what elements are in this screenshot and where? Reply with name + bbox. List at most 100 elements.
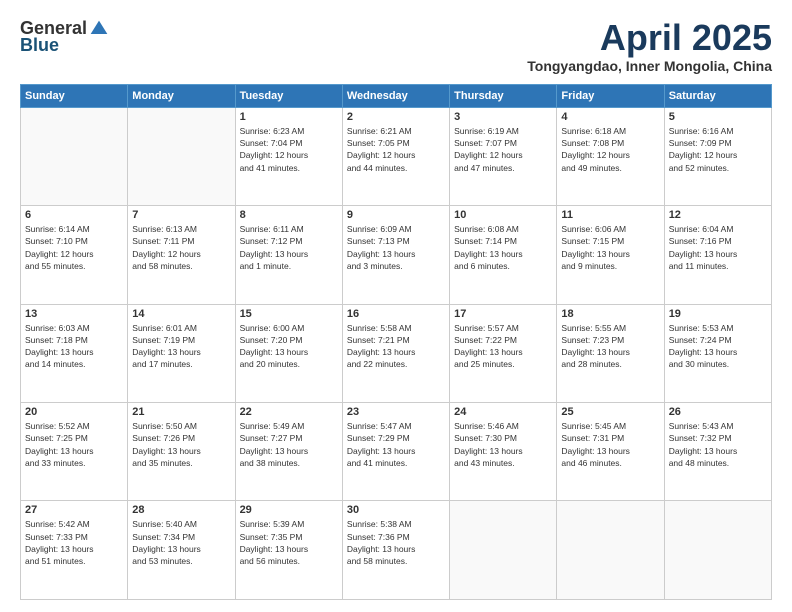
calendar-day-cell: 12 Sunrise: 6:04 AMSunset: 7:16 PMDayligh…: [664, 206, 771, 304]
day-info: Sunrise: 5:46 AMSunset: 7:30 PMDaylight:…: [454, 420, 552, 469]
day-number: 29: [240, 504, 338, 516]
calendar-day-cell: 1Sunrise: 6:23 AMSunset: 7:04 PMDaylight…: [235, 107, 342, 205]
day-info: Sunrise: 5:49 AMSunset: 7:27 PMDaylight:…: [240, 420, 338, 469]
day-info: Sunrise: 5:39 AMSunset: 7:35 PMDaylight:…: [240, 518, 338, 567]
calendar-day-cell: 6 Sunrise: 6:14 AMSunset: 7:10 PMDaylight…: [21, 206, 128, 304]
day-info: Sunrise: 5:50 AMSunset: 7:26 PMDaylight:…: [132, 420, 230, 469]
day-info: Sunrise: 6:14 AMSunset: 7:10 PMDaylight:…: [25, 223, 123, 272]
calendar-day-header: Thursday: [450, 84, 557, 107]
calendar-day-cell: 27Sunrise: 5:42 AMSunset: 7:33 PMDayligh…: [21, 501, 128, 600]
calendar-day-header: Monday: [128, 84, 235, 107]
day-info: Sunrise: 6:08 AMSunset: 7:14 PMDaylight:…: [454, 223, 552, 272]
calendar-day-cell: 15 Sunrise: 6:00 AMSunset: 7:20 PMDayligh…: [235, 304, 342, 402]
day-number: 5: [669, 111, 767, 123]
day-number: 6: [25, 209, 123, 221]
calendar-week-row: 1Sunrise: 6:23 AMSunset: 7:04 PMDaylight…: [21, 107, 772, 205]
calendar-day-cell: 18Sunrise: 5:55 AMSunset: 7:23 PMDayligh…: [557, 304, 664, 402]
calendar: SundayMondayTuesdayWednesdayThursdayFrid…: [20, 84, 772, 600]
calendar-day-cell: [21, 107, 128, 205]
day-number: 15: [240, 308, 338, 320]
day-info: Sunrise: 6:09 AMSunset: 7:13 PMDaylight:…: [347, 223, 445, 272]
calendar-day-cell: 24 Sunrise: 5:46 AMSunset: 7:30 PMDayligh…: [450, 403, 557, 501]
calendar-day-cell: [450, 501, 557, 600]
calendar-day-cell: [664, 501, 771, 600]
calendar-day-cell: 3Sunrise: 6:19 AMSunset: 7:07 PMDaylight…: [450, 107, 557, 205]
day-number: 16: [347, 308, 445, 320]
calendar-day-header: Saturday: [664, 84, 771, 107]
day-number: 19: [669, 308, 767, 320]
day-info: Sunrise: 6:13 AMSunset: 7:11 PMDaylight:…: [132, 223, 230, 272]
calendar-week-row: 27Sunrise: 5:42 AMSunset: 7:33 PMDayligh…: [21, 501, 772, 600]
calendar-day-cell: 2Sunrise: 6:21 AMSunset: 7:05 PMDaylight…: [342, 107, 449, 205]
calendar-day-cell: 22Sunrise: 5:49 AMSunset: 7:27 PMDayligh…: [235, 403, 342, 501]
calendar-week-row: 13Sunrise: 6:03 AMSunset: 7:18 PMDayligh…: [21, 304, 772, 402]
day-number: 30: [347, 504, 445, 516]
day-info: Sunrise: 5:55 AMSunset: 7:23 PMDaylight:…: [561, 322, 659, 371]
day-number: 20: [25, 406, 123, 418]
calendar-week-row: 6 Sunrise: 6:14 AMSunset: 7:10 PMDaylight…: [21, 206, 772, 304]
day-info: Sunrise: 6:18 AMSunset: 7:08 PMDaylight:…: [561, 125, 659, 174]
day-info: Sunrise: 5:52 AMSunset: 7:25 PMDaylight:…: [25, 420, 123, 469]
calendar-day-header: Sunday: [21, 84, 128, 107]
day-info: Sunrise: 5:40 AMSunset: 7:34 PMDaylight:…: [132, 518, 230, 567]
day-number: 10: [454, 209, 552, 221]
day-info: Sunrise: 5:45 AMSunset: 7:31 PMDaylight:…: [561, 420, 659, 469]
day-number: 27: [25, 504, 123, 516]
calendar-day-cell: 7Sunrise: 6:13 AMSunset: 7:11 PMDaylight…: [128, 206, 235, 304]
calendar-day-cell: 30 Sunrise: 5:38 AMSunset: 7:36 PMDayligh…: [342, 501, 449, 600]
calendar-day-cell: 10 Sunrise: 6:08 AMSunset: 7:14 PMDayligh…: [450, 206, 557, 304]
day-info: Sunrise: 5:43 AMSunset: 7:32 PMDaylight:…: [669, 420, 767, 469]
calendar-day-cell: [557, 501, 664, 600]
calendar-day-header: Friday: [557, 84, 664, 107]
calendar-day-cell: 5 Sunrise: 6:16 AMSunset: 7:09 PMDaylight…: [664, 107, 771, 205]
day-number: 23: [347, 406, 445, 418]
day-number: 24: [454, 406, 552, 418]
calendar-day-cell: 16Sunrise: 5:58 AMSunset: 7:21 PMDayligh…: [342, 304, 449, 402]
day-number: 17: [454, 308, 552, 320]
day-info: Sunrise: 6:23 AMSunset: 7:04 PMDaylight:…: [240, 125, 338, 174]
calendar-day-header: Tuesday: [235, 84, 342, 107]
day-info: Sunrise: 6:00 AMSunset: 7:20 PMDaylight:…: [240, 322, 338, 371]
calendar-day-cell: 19Sunrise: 5:53 AMSunset: 7:24 PMDayligh…: [664, 304, 771, 402]
day-info: Sunrise: 6:04 AMSunset: 7:16 PMDaylight:…: [669, 223, 767, 272]
calendar-day-cell: 8 Sunrise: 6:11 AMSunset: 7:12 PMDaylight…: [235, 206, 342, 304]
title-section: April 2025 Tongyangdao, Inner Mongolia, …: [527, 18, 772, 74]
calendar-day-cell: 17 Sunrise: 5:57 AMSunset: 7:22 PMDayligh…: [450, 304, 557, 402]
day-info: Sunrise: 6:19 AMSunset: 7:07 PMDaylight:…: [454, 125, 552, 174]
page: General Blue April 2025 Tongyangdao, Inn…: [0, 0, 792, 612]
day-number: 12: [669, 209, 767, 221]
day-number: 11: [561, 209, 659, 221]
calendar-day-cell: 28 Sunrise: 5:40 AMSunset: 7:34 PMDayligh…: [128, 501, 235, 600]
calendar-day-cell: 29 Sunrise: 5:39 AMSunset: 7:35 PMDayligh…: [235, 501, 342, 600]
location-title: Tongyangdao, Inner Mongolia, China: [527, 58, 772, 74]
day-number: 28: [132, 504, 230, 516]
day-number: 9: [347, 209, 445, 221]
day-number: 8: [240, 209, 338, 221]
calendar-day-cell: 25 Sunrise: 5:45 AMSunset: 7:31 PMDayligh…: [557, 403, 664, 501]
day-info: Sunrise: 6:03 AMSunset: 7:18 PMDaylight:…: [25, 322, 123, 371]
header: General Blue April 2025 Tongyangdao, Inn…: [20, 18, 772, 74]
calendar-day-cell: 11 Sunrise: 6:06 AMSunset: 7:15 PMDayligh…: [557, 206, 664, 304]
calendar-week-row: 20 Sunrise: 5:52 AMSunset: 7:25 PMDayligh…: [21, 403, 772, 501]
day-number: 14: [132, 308, 230, 320]
day-number: 25: [561, 406, 659, 418]
calendar-day-cell: 9 Sunrise: 6:09 AMSunset: 7:13 PMDaylight…: [342, 206, 449, 304]
calendar-day-cell: 20 Sunrise: 5:52 AMSunset: 7:25 PMDayligh…: [21, 403, 128, 501]
logo: General Blue: [20, 18, 109, 56]
calendar-day-cell: 26 Sunrise: 5:43 AMSunset: 7:32 PMDayligh…: [664, 403, 771, 501]
day-info: Sunrise: 6:21 AMSunset: 7:05 PMDaylight:…: [347, 125, 445, 174]
calendar-day-cell: [128, 107, 235, 205]
day-info: Sunrise: 5:38 AMSunset: 7:36 PMDaylight:…: [347, 518, 445, 567]
day-number: 26: [669, 406, 767, 418]
day-info: Sunrise: 5:57 AMSunset: 7:22 PMDaylight:…: [454, 322, 552, 371]
day-info: Sunrise: 6:06 AMSunset: 7:15 PMDaylight:…: [561, 223, 659, 272]
day-info: Sunrise: 6:11 AMSunset: 7:12 PMDaylight:…: [240, 223, 338, 272]
calendar-day-cell: 14Sunrise: 6:01 AMSunset: 7:19 PMDayligh…: [128, 304, 235, 402]
day-info: Sunrise: 6:16 AMSunset: 7:09 PMDaylight:…: [669, 125, 767, 174]
calendar-day-cell: 21 Sunrise: 5:50 AMSunset: 7:26 PMDayligh…: [128, 403, 235, 501]
day-number: 21: [132, 406, 230, 418]
logo-blue-text: Blue: [20, 35, 59, 56]
calendar-day-cell: 23Sunrise: 5:47 AMSunset: 7:29 PMDayligh…: [342, 403, 449, 501]
calendar-day-cell: 13Sunrise: 6:03 AMSunset: 7:18 PMDayligh…: [21, 304, 128, 402]
logo-icon: [89, 19, 109, 39]
